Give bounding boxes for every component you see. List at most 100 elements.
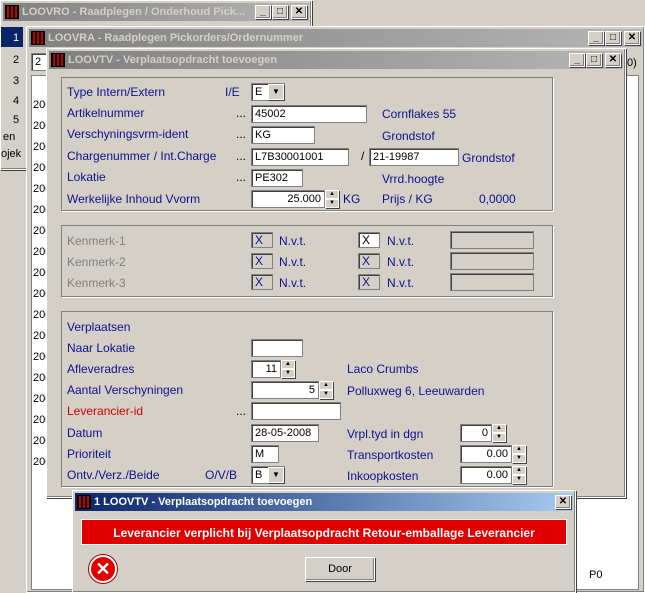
minimize-icon[interactable]: _ (588, 31, 604, 45)
prijs-value: 0,0000 (479, 192, 516, 206)
kenmerk-3-nvt-1: N.v.t. (279, 276, 307, 290)
inhoud-label: Werkelijke Inhoud Vvorm (67, 192, 201, 206)
charge-label: Chargenummer / Int.Charge (67, 149, 217, 163)
inkoop-spinner[interactable]: ▲ ▼ (512, 466, 526, 484)
loovra-titlebar[interactable]: LOOVRA - Raadplegen Pickorders/Ordernumm… (29, 29, 642, 47)
kenmerk-1-value (450, 231, 534, 249)
loovtv-titlebar[interactable]: LOOVTV - Verplaatsopdracht toevoegen _ □… (49, 51, 623, 69)
minimize-icon[interactable]: _ (255, 5, 271, 19)
kenmerk-2-value (450, 252, 534, 270)
naar-lokatie-label: Naar Lokatie (67, 341, 136, 355)
kenmerk-3-check-2[interactable]: X (358, 274, 380, 290)
inhoud-unit: KG (343, 192, 361, 206)
kenmerk-2-label: Kenmerk-2 (67, 255, 126, 269)
loovro-title: LOOVRO - Raadplegen / Onderhoud Pick... (22, 6, 246, 18)
close-icon[interactable]: ✕ (555, 495, 571, 509)
close-icon[interactable]: ✕ (624, 31, 640, 45)
inkoop-input[interactable]: 0.00 (460, 466, 512, 484)
kenmerk-1-check-2[interactable]: X (358, 232, 380, 248)
prioriteit-input[interactable]: M (251, 445, 279, 463)
dots: ... (236, 170, 247, 184)
afleveradres-input[interactable]: 11 (251, 360, 281, 378)
aantal-input[interactable]: 5 (251, 381, 319, 399)
inkoop-label: Inkoopkosten (347, 469, 419, 483)
loovro-titlebar[interactable]: LOOVRO - Raadplegen / Onderhoud Pick... … (3, 3, 309, 21)
door-button[interactable]: Door (305, 557, 375, 581)
afleveradres-desc: Laco Crumbs (347, 362, 419, 376)
ovb-label: O/V/B (205, 468, 238, 482)
kenmerk-1-nvt-1: N.v.t. (279, 234, 307, 248)
app-icon (77, 495, 91, 509)
ie-label: I/E (225, 85, 240, 99)
chevron-down-icon[interactable]: ▼ (268, 467, 284, 483)
last-row-code[interactable]: P0 (589, 569, 602, 581)
ontv-label: Ontv./Verz./Beide (67, 468, 160, 482)
lokatie-desc: Vrrd.hoogte (382, 172, 445, 186)
artikel-label: Artikelnummer (67, 106, 145, 120)
vrpl-label: Vrpl.tyd in dgn (347, 427, 424, 441)
chevron-down-icon[interactable]: ▼ (268, 84, 284, 100)
kenmerk-1-nvt-2: N.v.t. (387, 234, 415, 248)
transport-label: Transportkosten (347, 448, 434, 462)
row-number-2[interactable]: 2 (13, 54, 19, 66)
maximize-icon[interactable]: □ (272, 5, 288, 19)
slash: / (361, 149, 365, 163)
lokatie-input[interactable]: PE302 (251, 169, 303, 187)
error-message: Leverancier verplicht bij Verplaatsopdra… (81, 519, 567, 545)
maximize-icon[interactable]: □ (605, 31, 621, 45)
aantal-desc: Polluxweg 6, Leeuwarden (347, 384, 485, 398)
kenmerk-2-nvt-2: N.v.t. (387, 255, 415, 269)
kenmerk-1-label: Kenmerk-1 (67, 234, 126, 248)
right-snippet: 0) (627, 57, 637, 69)
minimize-icon[interactable]: _ (569, 53, 585, 67)
close-icon[interactable]: ✕ (291, 5, 307, 19)
charge-desc: Grondstof (462, 151, 515, 165)
vrpl-input[interactable]: 0 (460, 424, 492, 442)
app-icon (5, 5, 19, 19)
loovtv-title: LOOVTV - Verplaatsopdracht toevoegen (68, 54, 278, 66)
int-charge-input[interactable]: 21-19987 (369, 148, 459, 166)
transport-input[interactable]: 0.00 (460, 445, 512, 463)
loovtv-window: LOOVTV - Verplaatsopdracht toevoegen _ □… (46, 48, 626, 498)
close-icon[interactable]: ✕ (605, 53, 621, 67)
row-number-4[interactable]: 4 (13, 95, 19, 107)
maximize-icon[interactable]: □ (586, 53, 602, 67)
dialog-titlebar[interactable]: 1 LOOVTV - Verplaatsopdracht toevoegen ✕ (75, 493, 573, 511)
row-number-3[interactable]: 3 (13, 75, 19, 87)
row-number-5[interactable]: 5 (13, 114, 19, 126)
kenmerk-2-nvt-1: N.v.t. (279, 255, 307, 269)
app-icon (31, 31, 45, 45)
lokatie-label: Lokatie (67, 170, 106, 184)
dots: ... (236, 149, 247, 163)
prijs-label: Prijs / KG (382, 192, 433, 206)
prioriteit-label: Prioriteit (67, 447, 112, 461)
kenmerk-3-nvt-2: N.v.t. (387, 276, 415, 290)
datum-input[interactable]: 28-05-2008 (251, 424, 319, 442)
afleveradres-label: Afleveradres (67, 362, 135, 376)
artikel-input[interactable]: 45002 (251, 105, 367, 123)
kenmerk-2-check-1[interactable]: X (251, 253, 273, 269)
inhoud-spinner[interactable]: ▲ ▼ (325, 190, 339, 208)
inhoud-input[interactable]: 25.000 (251, 190, 325, 208)
transport-spinner[interactable]: ▲ ▼ (512, 445, 526, 463)
row-number-1[interactable]: 1 (13, 32, 19, 44)
kenmerk-3-label: Kenmerk-3 (67, 276, 126, 290)
kenmerk-3-check-1[interactable]: X (251, 274, 273, 290)
leverancier-label: Leverancier-id (67, 404, 144, 418)
aantal-label: Aantal Verschyningen (67, 383, 184, 397)
vrpl-spinner[interactable]: ▲ ▼ (492, 424, 506, 442)
kenmerk-1-check-1[interactable]: X (251, 232, 273, 248)
left-snippet-1: en (3, 131, 16, 143)
naar-lokatie-input[interactable] (251, 339, 303, 357)
kenmerk-3-value (450, 273, 534, 291)
vorm-label: Verschyningsvrm-ident (67, 127, 189, 141)
vorm-input[interactable]: KG (251, 126, 315, 144)
kenmerk-2-check-2[interactable]: X (358, 253, 380, 269)
leverancier-input[interactable] (251, 402, 341, 420)
app-icon (51, 53, 65, 67)
charge-input[interactable]: L7B30001001 (251, 148, 349, 166)
dots: ... (236, 127, 247, 141)
aantal-spinner[interactable]: ▲ ▼ (319, 381, 333, 399)
afleveradres-spinner[interactable]: ▲ ▼ (281, 360, 295, 378)
left-snippet-2: ojek (1, 148, 22, 160)
